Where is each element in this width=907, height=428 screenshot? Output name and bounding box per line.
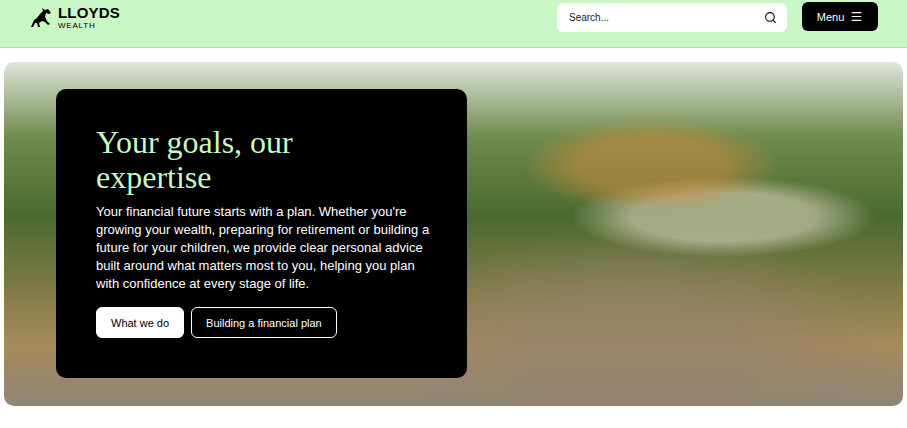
hero-button[interactable]: What we do: [96, 307, 184, 338]
search-input[interactable]: [567, 11, 758, 24]
hamburger-icon: [850, 10, 863, 23]
hero-body: Your financial future starts with a plan…: [96, 203, 431, 293]
hero-title: Your goals, our expertise: [96, 125, 336, 195]
horse-logo-icon: [28, 5, 54, 31]
search-field[interactable]: [557, 3, 787, 32]
search-icon[interactable]: [764, 11, 777, 24]
site-header: LLOYDS WEALTH Menu: [0, 0, 907, 48]
logo-text: LLOYDS WEALTH: [58, 5, 120, 30]
hero-panel: Your goals, our expertise Your financial …: [56, 89, 467, 378]
logo[interactable]: LLOYDS WEALTH: [28, 2, 120, 31]
hero-buttons: What we doBuilding a financial plan: [96, 307, 431, 338]
hero-button[interactable]: Building a financial plan: [191, 307, 337, 338]
menu-label: Menu: [817, 11, 845, 23]
hero-banner: Your goals, our expertise Your financial …: [4, 62, 903, 406]
logo-name: LLOYDS: [58, 5, 120, 20]
logo-sub: WEALTH: [58, 22, 120, 30]
menu-button[interactable]: Menu: [802, 2, 878, 31]
